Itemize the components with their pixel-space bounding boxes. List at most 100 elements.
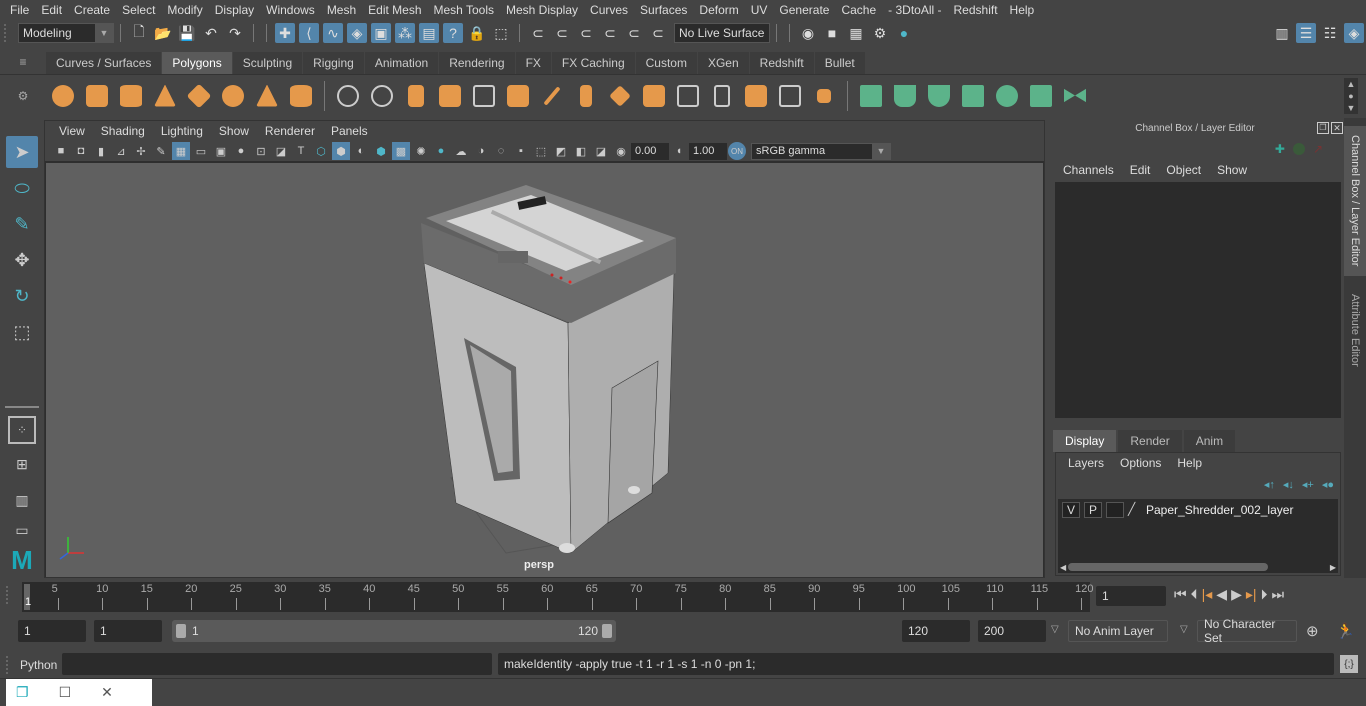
- scroll-left-icon[interactable]: ◀: [1060, 563, 1066, 572]
- manipulator-icon[interactable]: ✚: [1275, 142, 1285, 156]
- smooth-icon[interactable]: [435, 81, 465, 111]
- remesh-icon[interactable]: [503, 81, 533, 111]
- shelf-tab-curves-surfaces[interactable]: Curves / Surfaces: [46, 52, 162, 74]
- channel-box-menu-channels[interactable]: Channels: [1055, 163, 1122, 177]
- poly-pyramid-icon[interactable]: [252, 81, 282, 111]
- render-view-icon[interactable]: ◉: [798, 23, 818, 43]
- color-management-toggle-icon[interactable]: ON: [728, 142, 746, 160]
- safe-action-icon[interactable]: ◪: [272, 142, 290, 160]
- shelf-tab-bullet[interactable]: Bullet: [814, 52, 865, 74]
- select-face-icon[interactable]: ⁂: [395, 23, 415, 43]
- select-misc-icon[interactable]: ?: [443, 23, 463, 43]
- select-rendering-icon[interactable]: ▤: [419, 23, 439, 43]
- step-forward-key-icon[interactable]: ▸|: [1246, 586, 1257, 603]
- shelf-tab-xgen[interactable]: XGen: [697, 52, 749, 74]
- fill-hole-icon[interactable]: [741, 81, 771, 111]
- persp-graph-layout-icon[interactable]: ▭: [6, 520, 38, 540]
- bridge-icon[interactable]: [605, 81, 635, 111]
- highlight-selection-icon[interactable]: ⬚: [491, 23, 511, 43]
- menu-modify[interactable]: Modify: [161, 3, 208, 17]
- motion-blur-icon[interactable]: ◑: [472, 142, 490, 160]
- character-set-dropdown[interactable]: No Character Set: [1197, 617, 1297, 645]
- redo-icon[interactable]: ↷: [225, 23, 245, 43]
- gamma-field[interactable]: 1.00: [689, 142, 727, 160]
- attribute-editor-toggle-icon[interactable]: ☷: [1320, 23, 1340, 43]
- cut-sew-uv-icon[interactable]: [1060, 81, 1090, 111]
- animation-end-field[interactable]: 200: [978, 620, 1046, 642]
- merge-icon[interactable]: [809, 81, 839, 111]
- select-by-hierarchy-icon[interactable]: ✚: [275, 23, 295, 43]
- grid-icon[interactable]: ▦: [172, 142, 190, 160]
- bevel-icon[interactable]: [639, 81, 669, 111]
- layer-menu-options[interactable]: Options: [1112, 456, 1169, 470]
- shelf-settings-icon[interactable]: ⚙: [0, 89, 46, 103]
- float-panel-icon[interactable]: ❐: [1317, 122, 1329, 134]
- camera-attributes-icon[interactable]: ◘: [72, 142, 90, 160]
- snap-grid-icon[interactable]: ⊂: [528, 23, 548, 43]
- move-layer-up-icon[interactable]: ◂↑: [1264, 478, 1275, 491]
- select-point-icon[interactable]: ◈: [347, 23, 367, 43]
- isolate-select-icon[interactable]: ⬚: [532, 142, 550, 160]
- range-bar[interactable]: 1 120: [172, 620, 616, 642]
- animation-start-field[interactable]: 1: [18, 620, 86, 642]
- move-layer-down-icon[interactable]: ◂↓: [1283, 478, 1294, 491]
- ipr-render-icon[interactable]: ▦: [846, 23, 866, 43]
- grease-pencil-icon[interactable]: ✎: [152, 142, 170, 160]
- screen-space-ao-icon[interactable]: ☁: [452, 142, 470, 160]
- menu-edit[interactable]: Edit: [35, 3, 68, 17]
- grip-handle[interactable]: [4, 24, 10, 42]
- resolution-gate-icon[interactable]: ▣: [212, 142, 230, 160]
- display-type-toggle[interactable]: [1106, 502, 1124, 518]
- visibility-toggle[interactable]: V: [1062, 502, 1080, 518]
- viewport-menu-shading[interactable]: Shading: [93, 124, 153, 138]
- channel-box-menu-show[interactable]: Show: [1209, 163, 1255, 177]
- render-settings-icon[interactable]: ⚙: [870, 23, 890, 43]
- menu-display[interactable]: Display: [209, 3, 260, 17]
- select-tool-icon[interactable]: ➤: [6, 136, 38, 168]
- gamma-icon[interactable]: ◖: [670, 142, 688, 160]
- layer-menu-help[interactable]: Help: [1169, 456, 1210, 470]
- depth-of-field-icon[interactable]: ▪: [512, 142, 530, 160]
- select-by-object-icon[interactable]: ⟨: [299, 23, 319, 43]
- side-tab-channel-box[interactable]: Channel Box / Layer Editor: [1344, 126, 1366, 276]
- hyperbolic-icon[interactable]: ↗: [1313, 142, 1323, 156]
- shelf-tab-redshift[interactable]: Redshift: [749, 52, 814, 74]
- menu-file[interactable]: File: [4, 3, 35, 17]
- new-scene-icon[interactable]: 🗋: [129, 23, 149, 43]
- close-panel-icon[interactable]: ✕: [1331, 122, 1343, 134]
- gate-mask-icon[interactable]: ●: [232, 142, 250, 160]
- unfold-uv-icon[interactable]: [992, 81, 1022, 111]
- textured-icon[interactable]: ▩: [392, 142, 410, 160]
- insert-edge-loop-icon[interactable]: [673, 81, 703, 111]
- mode-dropdown[interactable]: Modeling ▼: [18, 23, 114, 43]
- menu-generate[interactable]: Generate: [773, 3, 835, 17]
- four-view-layout-icon[interactable]: ⊞: [6, 448, 38, 480]
- modeling-toolkit-icon[interactable]: ▥: [1272, 23, 1292, 43]
- range-end-handle[interactable]: [602, 624, 612, 638]
- range-start-handle[interactable]: [176, 624, 186, 638]
- shelf-tab-animation[interactable]: Animation: [364, 52, 439, 74]
- snap-point-icon[interactable]: ⊂: [576, 23, 596, 43]
- shelf-tab-fx-caching[interactable]: FX Caching: [551, 52, 635, 74]
- image-plane-icon[interactable]: ⊿: [112, 142, 130, 160]
- playback-end-field[interactable]: 120: [902, 620, 970, 642]
- use-all-lights-icon[interactable]: ✺: [412, 142, 430, 160]
- play-forward-icon[interactable]: ▶: [1231, 586, 1242, 603]
- command-language-label[interactable]: Python: [20, 658, 57, 672]
- menu-curves[interactable]: Curves: [584, 3, 634, 17]
- rotate-tool-icon[interactable]: ↻: [6, 280, 38, 312]
- current-frame-field[interactable]: 1: [1096, 586, 1166, 606]
- poly-cone-icon[interactable]: [150, 81, 180, 111]
- reduce-icon[interactable]: [469, 81, 499, 111]
- 2d-pan-zoom-icon[interactable]: ✢: [132, 142, 150, 160]
- xray-active-icon[interactable]: ◪: [592, 142, 610, 160]
- layer-tab-display[interactable]: Display: [1053, 430, 1117, 452]
- anim-preferences-icon[interactable]: 🏃: [1336, 622, 1355, 640]
- mirror-icon[interactable]: [401, 81, 431, 111]
- grip-handle[interactable]: [6, 656, 12, 674]
- menu-mesh-tools[interactable]: Mesh Tools: [428, 3, 500, 17]
- snap-view-plane-icon[interactable]: ⊂: [600, 23, 620, 43]
- layer-color-icon[interactable]: ╱: [1128, 502, 1142, 518]
- playback-start-field[interactable]: 1: [94, 620, 162, 642]
- go-to-end-icon[interactable]: ⏭: [1272, 586, 1285, 603]
